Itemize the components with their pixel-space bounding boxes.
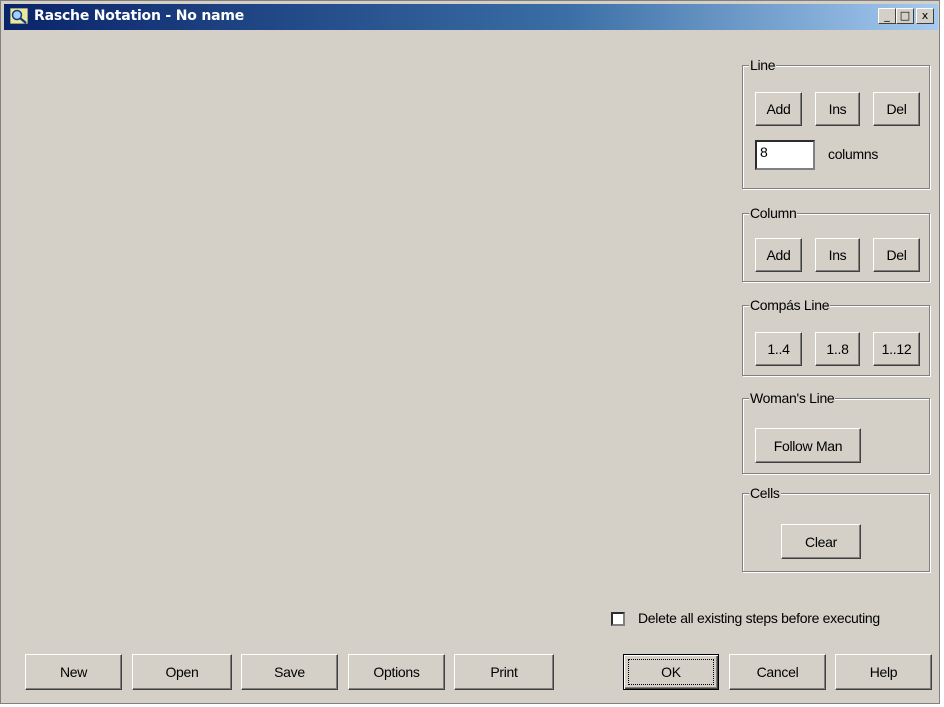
compas-line-group: Compás Line 1..4 1..8 1..12 [742,297,930,376]
app-magnifier-icon [10,8,28,24]
dialog-window: Rasche Notation - No name _ □ x Line Add… [0,0,940,704]
column-add-button[interactable]: Add [755,238,802,272]
ok-button[interactable]: OK [623,654,719,690]
save-button[interactable]: Save [241,654,338,690]
cancel-button[interactable]: Cancel [729,654,826,690]
window-title: Rasche Notation - No name [34,8,245,24]
columns-input[interactable]: 8 [755,140,815,170]
maximize-button[interactable]: □ [896,8,914,24]
line-group: Line Add Ins Del 8 columns [742,57,930,189]
print-button[interactable]: Print [454,654,554,690]
line-ins-button[interactable]: Ins [815,92,860,126]
cells-group-legend: Cells [749,485,781,501]
line-group-legend: Line [749,57,777,73]
clear-cells-button[interactable]: Clear [781,524,861,559]
compas-1-12-button[interactable]: 1..12 [873,332,920,366]
compas-line-group-legend: Compás Line [749,297,831,313]
column-group: Column Add Ins Del [742,205,930,282]
delete-steps-label[interactable]: Delete all existing steps before executi… [638,610,880,626]
minimize-button[interactable]: _ [878,8,896,24]
column-group-legend: Column [749,205,798,221]
column-del-button[interactable]: Del [873,238,920,272]
column-ins-button[interactable]: Ins [815,238,860,272]
line-add-button[interactable]: Add [755,92,802,126]
ok-button-label: OK [661,664,681,680]
womans-line-group: Woman's Line Follow Man [742,390,930,474]
title-bar[interactable]: Rasche Notation - No name _ □ x [4,4,938,30]
close-button[interactable]: x [916,8,934,24]
columns-label: columns [828,146,879,162]
new-button[interactable]: New [25,654,122,690]
delete-steps-checkbox[interactable] [611,612,625,626]
womans-line-group-legend: Woman's Line [749,390,836,406]
compas-1-4-button[interactable]: 1..4 [755,332,802,366]
follow-man-button[interactable]: Follow Man [755,428,861,463]
options-button[interactable]: Options [348,654,445,690]
line-del-button[interactable]: Del [873,92,920,126]
open-button[interactable]: Open [132,654,232,690]
cells-group: Cells Clear [742,485,930,572]
compas-1-8-button[interactable]: 1..8 [815,332,860,366]
help-button[interactable]: Help [835,654,932,690]
